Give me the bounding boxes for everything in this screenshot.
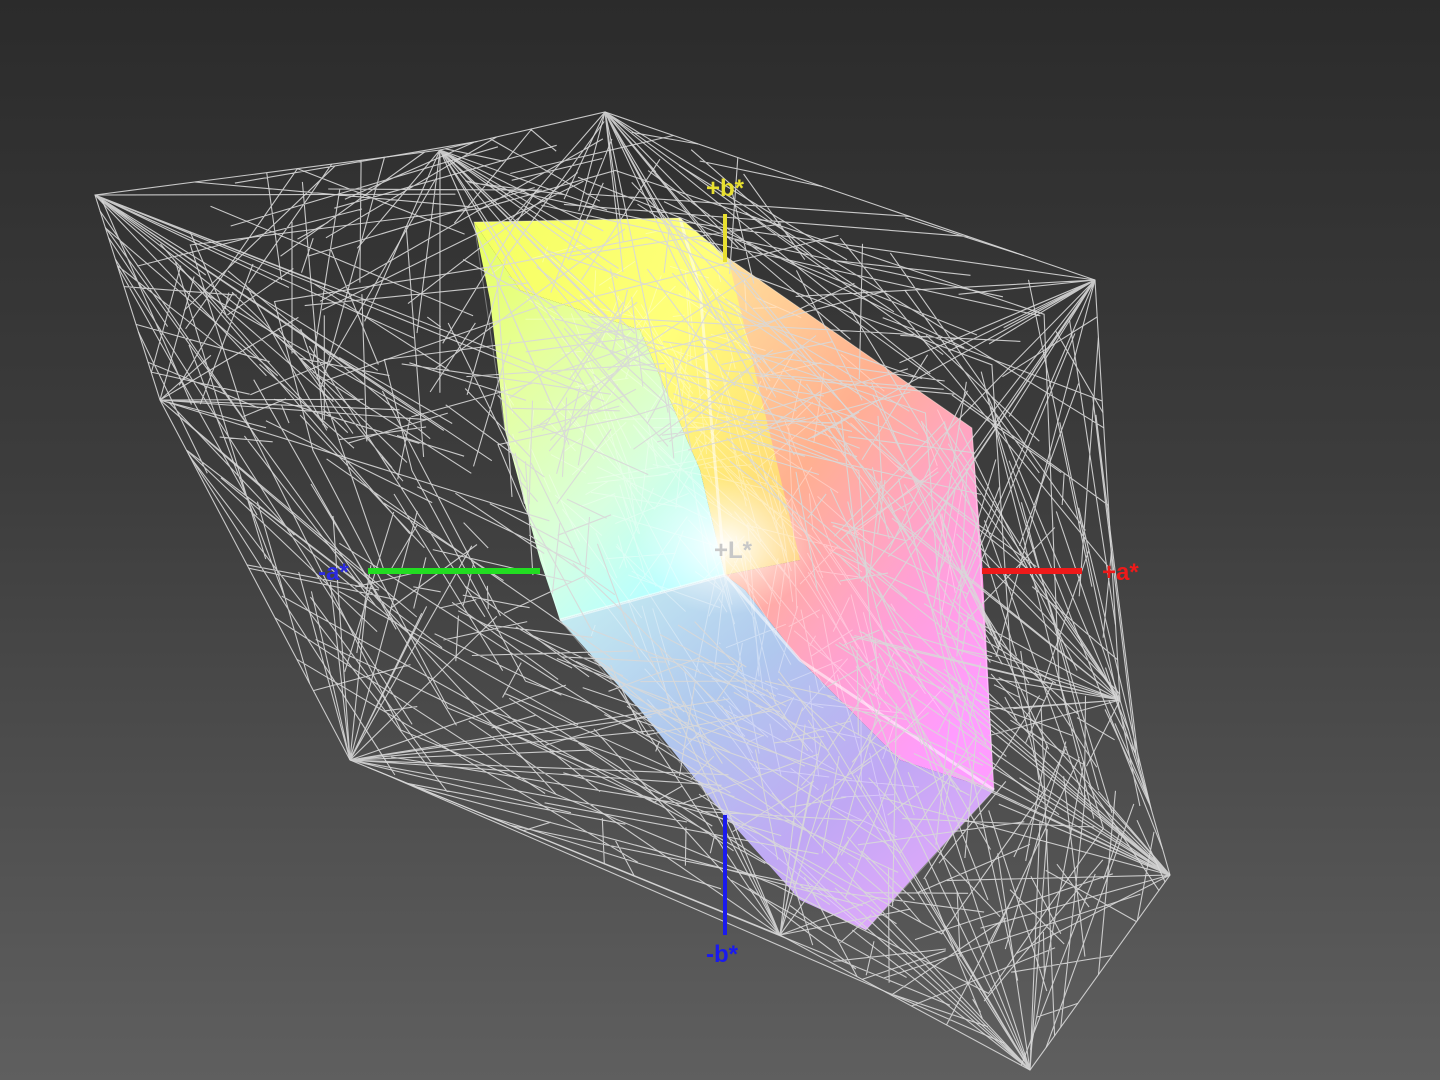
plus-l-axis-label: +L*: [714, 537, 753, 564]
minus-a-axis-label: -a*: [318, 559, 349, 586]
minus-b-axis-label: -b*: [706, 941, 739, 968]
gamut-3d-viewport[interactable]: +b* -b* +a* -a* +L*: [0, 0, 1440, 1080]
plus-a-axis-label: +a*: [1102, 559, 1139, 586]
plus-b-axis-label: +b*: [706, 175, 745, 202]
